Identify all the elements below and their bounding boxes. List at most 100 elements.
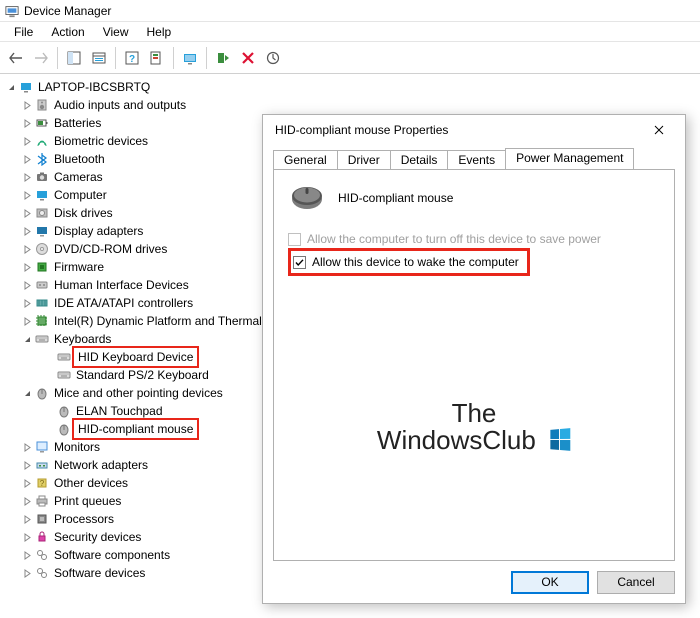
tab-power-management[interactable]: Power Management [505, 148, 634, 169]
enable-device-button[interactable] [211, 46, 235, 70]
expand-icon[interactable] [20, 548, 34, 562]
forward-button[interactable] [29, 46, 53, 70]
expand-icon[interactable] [20, 116, 34, 130]
expand-icon[interactable] [20, 278, 34, 292]
dvd-icon [34, 241, 50, 257]
menu-file[interactable]: File [6, 24, 41, 40]
tree-item-audio-inputs-and-outputs[interactable]: Audio inputs and outputs [2, 96, 698, 114]
toolbar-separator [57, 47, 58, 69]
checkbox-power-off [288, 233, 301, 246]
tree-item-label: Computer [52, 186, 109, 204]
cancel-button[interactable]: Cancel [597, 571, 675, 594]
expand-icon[interactable] [20, 566, 34, 580]
windows-logo-icon [549, 429, 571, 456]
tree-item-root[interactable]: LAPTOP-IBCSBRTQ [2, 78, 698, 96]
checkbox-row-power-off: Allow the computer to turn off this devi… [288, 232, 660, 246]
update-driver-button[interactable] [261, 46, 285, 70]
expand-icon[interactable] [20, 260, 34, 274]
display-icon [34, 223, 50, 239]
tree-item-label: Bluetooth [52, 150, 107, 168]
action-button[interactable] [145, 46, 169, 70]
back-button[interactable] [4, 46, 28, 70]
window-title: Device Manager [24, 4, 111, 18]
show-hide-tree-button[interactable] [62, 46, 86, 70]
scan-hardware-button[interactable] [178, 46, 202, 70]
tree-item-label: Batteries [52, 114, 103, 132]
device-manager-icon [4, 3, 20, 19]
expand-icon[interactable] [20, 170, 34, 184]
tree-item-label: Software components [52, 546, 172, 564]
tree-item-label: Display adapters [52, 222, 145, 240]
tree-item-label: Cameras [52, 168, 105, 186]
expand-icon[interactable] [20, 188, 34, 202]
menu-view[interactable]: View [95, 24, 137, 40]
collapse-icon[interactable] [20, 332, 34, 346]
monitor-icon [34, 439, 50, 455]
checkbox-wake-label: Allow this device to wake the computer [312, 255, 519, 269]
menu-action[interactable]: Action [43, 24, 92, 40]
dialog-device-name: HID-compliant mouse [338, 191, 453, 205]
expand-icon[interactable] [20, 494, 34, 508]
expand-icon[interactable] [20, 458, 34, 472]
tree-item-label: Audio inputs and outputs [52, 96, 188, 114]
disk-icon [34, 205, 50, 221]
expand-icon[interactable] [20, 242, 34, 256]
tab-power-management: HID-compliant mouse Allow the computer t… [273, 169, 675, 561]
expand-icon[interactable] [20, 512, 34, 526]
tree-item-label: HID-compliant mouse [72, 418, 199, 440]
dialog-titlebar[interactable]: HID-compliant mouse Properties [263, 115, 685, 145]
tree-item-label: IDE ATA/ATAPI controllers [52, 294, 195, 312]
tree-item-label: Disk drives [52, 204, 115, 222]
uninstall-device-button[interactable] [236, 46, 260, 70]
keyboard-icon [56, 349, 72, 365]
collapse-icon[interactable] [4, 80, 18, 94]
cpu-icon [34, 511, 50, 527]
toolbar-separator [115, 47, 116, 69]
ok-button[interactable]: OK [511, 571, 589, 594]
ide-icon [34, 295, 50, 311]
expand-icon[interactable] [20, 206, 34, 220]
tab-events[interactable]: Events [447, 150, 506, 170]
properties-button[interactable] [87, 46, 111, 70]
tree-item-label: Other devices [52, 474, 130, 492]
expand-icon[interactable] [20, 224, 34, 238]
tree-item-label: Mice and other pointing devices [52, 384, 225, 402]
tree-item-label: LAPTOP-IBCSBRTQ [36, 78, 152, 96]
computer-icon [34, 187, 50, 203]
expand-icon[interactable] [20, 476, 34, 490]
bluetooth-icon [34, 151, 50, 167]
dialog-close-button[interactable] [639, 116, 679, 144]
expand-icon[interactable] [20, 440, 34, 454]
tree-item-label: Monitors [52, 438, 102, 456]
network-icon [34, 457, 50, 473]
tab-general[interactable]: General [273, 150, 338, 170]
firmware-icon [34, 259, 50, 275]
checkbox-row-wake[interactable]: Allow this device to wake the computer [293, 255, 519, 269]
highlight-box-wake: Allow this device to wake the computer [288, 248, 530, 276]
help-button[interactable]: ? [120, 46, 144, 70]
toolbar: ? [0, 42, 700, 74]
expand-icon[interactable] [20, 314, 34, 328]
tree-item-label: Software devices [52, 564, 147, 582]
tree-item-label: Network adapters [52, 456, 150, 474]
menu-help[interactable]: Help [139, 24, 180, 40]
fingerprint-icon [34, 133, 50, 149]
expand-icon[interactable] [20, 530, 34, 544]
tree-item-label: Security devices [52, 528, 143, 546]
collapse-icon[interactable] [20, 386, 34, 400]
tab-details[interactable]: Details [390, 150, 449, 170]
expand-icon[interactable] [20, 152, 34, 166]
battery-icon [34, 115, 50, 131]
expand-icon[interactable] [20, 98, 34, 112]
toolbar-separator [173, 47, 174, 69]
intel-icon [34, 313, 50, 329]
expand-icon[interactable] [20, 134, 34, 148]
print-icon [34, 493, 50, 509]
hid-icon [34, 277, 50, 293]
checkbox-wake[interactable] [293, 256, 306, 269]
tree-item-label: Human Interface Devices [52, 276, 191, 294]
tree-item-label: Biometric devices [52, 132, 150, 150]
expand-icon[interactable] [20, 296, 34, 310]
checkbox-power-off-label: Allow the computer to turn off this devi… [307, 232, 601, 246]
tab-driver[interactable]: Driver [337, 150, 391, 170]
